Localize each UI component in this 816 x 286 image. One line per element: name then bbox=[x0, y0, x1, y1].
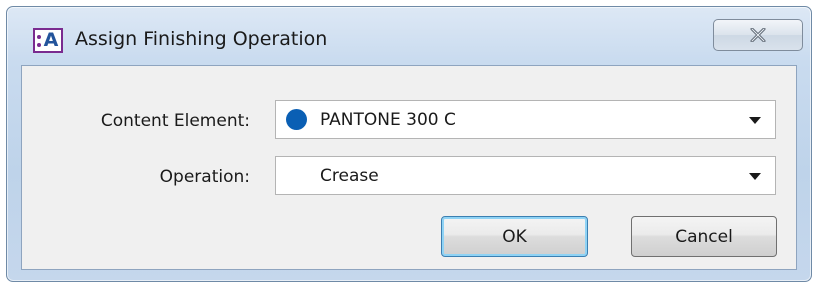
operation-label: Operation: bbox=[159, 167, 250, 187]
window-title: Assign Finishing Operation bbox=[75, 28, 328, 50]
content-element-label: Content Element: bbox=[100, 111, 250, 131]
cancel-button[interactable]: Cancel bbox=[631, 216, 777, 257]
color-swatch-icon bbox=[286, 109, 307, 130]
title-bar[interactable]: A Assign Finishing Operation bbox=[7, 7, 811, 65]
app-icon: A bbox=[33, 28, 63, 53]
operation-value: Crease bbox=[320, 166, 379, 186]
close-button[interactable] bbox=[713, 19, 803, 51]
app-icon-letter: A bbox=[43, 29, 59, 51]
chevron-down-icon[interactable] bbox=[749, 173, 761, 180]
content-element-value: PANTONE 300 C bbox=[320, 110, 456, 130]
dialog-content: Content Element: PANTONE 300 C Operation… bbox=[21, 65, 797, 270]
chevron-down-icon[interactable] bbox=[749, 117, 761, 124]
dialog-window: A Assign Finishing Operation Content Ele… bbox=[6, 6, 812, 282]
ok-button[interactable]: OK bbox=[441, 216, 588, 257]
close-icon bbox=[750, 28, 766, 42]
content-element-select[interactable]: PANTONE 300 C bbox=[275, 100, 776, 139]
operation-select[interactable]: Crease bbox=[275, 156, 776, 195]
